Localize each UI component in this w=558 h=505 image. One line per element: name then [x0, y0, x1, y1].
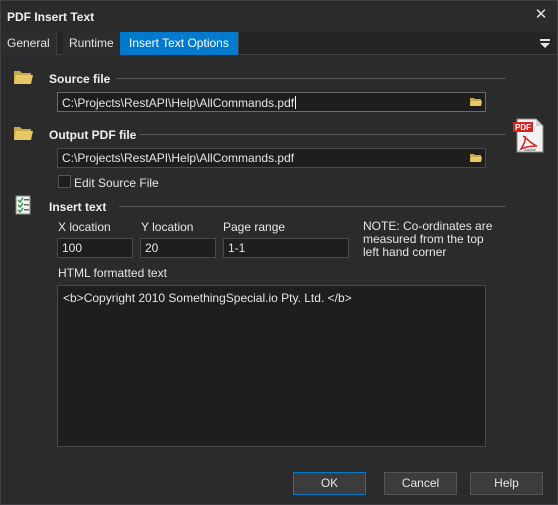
coordinates-note: NOTE: Co-ordinates are measured from the…: [363, 219, 493, 259]
dialog-window: PDF Insert Text ✕ General Runtime Insert…: [0, 0, 558, 505]
tab-general[interactable]: General: [1, 32, 57, 55]
section-divider: [116, 78, 506, 79]
edit-source-file-label[interactable]: Edit Source File: [74, 176, 159, 190]
source-file-label: Source file: [49, 72, 111, 86]
adobe-logo-text: Adobe: [524, 147, 536, 152]
folder-icon: [14, 71, 33, 84]
edit-source-file-checkbox[interactable]: [58, 175, 71, 188]
insert-text-options-panel: Source file C:\Projects\RestAPI\Help\All…: [1, 56, 557, 466]
section-divider: [119, 206, 506, 207]
x-location-input[interactable]: 100: [57, 238, 133, 258]
x-location-label: X location: [58, 220, 111, 234]
page-range-input[interactable]: 1-1: [223, 238, 349, 258]
close-icon[interactable]: ✕: [533, 7, 549, 23]
window-title: PDF Insert Text: [7, 10, 95, 24]
output-file-input[interactable]: C:\Projects\RestAPI\Help\AllCommands.pdf: [57, 148, 486, 168]
browse-folder-icon[interactable]: [470, 96, 482, 107]
cancel-button[interactable]: Cancel: [384, 472, 457, 495]
output-pdf-file-label: Output PDF file: [49, 128, 137, 142]
y-location-input[interactable]: 20: [140, 238, 216, 258]
source-file-value: C:\Projects\RestAPI\Help\AllCommands.pdf: [62, 96, 295, 110]
tab-insert-text-options[interactable]: Insert Text Options: [120, 32, 239, 55]
adobe-pdf-icon: PDF Adobe: [513, 118, 544, 153]
folder-icon: [14, 127, 33, 140]
section-divider: [139, 134, 506, 135]
title-bar: PDF Insert Text ✕: [1, 1, 557, 32]
pdf-logo-text: PDF: [515, 123, 531, 132]
y-location-label: Y location: [141, 220, 194, 234]
insert-text-label: Insert text: [49, 200, 107, 214]
html-text-area[interactable]: <b>Copyright 2010 SomethingSpecial.io Pt…: [57, 285, 486, 447]
checklist-icon: [15, 195, 31, 215]
help-button[interactable]: Help: [470, 472, 543, 495]
tab-bar: General Runtime Insert Text Options: [1, 32, 557, 55]
tab-runtime[interactable]: Runtime: [63, 32, 121, 55]
source-file-input[interactable]: C:\Projects\RestAPI\Help\AllCommands.pdf: [57, 92, 486, 112]
html-formatted-text-label: HTML formatted text: [58, 266, 167, 280]
hamburger-menu-icon[interactable]: [539, 36, 551, 50]
page-range-label: Page range: [223, 220, 286, 234]
text-caret: [295, 96, 297, 109]
ok-button[interactable]: OK: [293, 472, 366, 495]
output-file-value: C:\Projects\RestAPI\Help\AllCommands.pdf: [62, 151, 295, 165]
browse-folder-icon[interactable]: [470, 152, 482, 163]
